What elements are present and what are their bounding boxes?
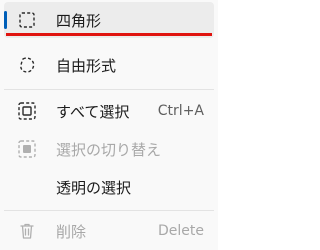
menu-separator — [4, 210, 214, 211]
selection-menu: 四角形 自由形式 すべて選択 Ctrl+A 選択の切り替え 透明の選択 削除 D… — [0, 0, 218, 250]
menu-item-freeform[interactable]: 自由形式 — [4, 47, 214, 83]
invert-selection-icon — [18, 140, 36, 158]
red-underline-annotation — [6, 33, 212, 36]
menu-item-label: 透明の選択 — [56, 178, 132, 197]
freeform-select-icon — [20, 57, 35, 73]
menu-item-transparent-selection[interactable]: 透明の選択 — [4, 169, 214, 205]
shortcut-hint: Delete — [158, 223, 204, 239]
menu-item-label: すべて選択 — [56, 102, 130, 121]
shortcut-hint: Ctrl+A — [157, 103, 204, 119]
menu-item-invert-selection: 選択の切り替え — [4, 131, 214, 167]
menu-item-label: 削除 — [56, 222, 87, 241]
menu-item-label: 自由形式 — [56, 56, 117, 75]
trash-icon — [20, 223, 34, 239]
menu-item-label: 四角形 — [56, 11, 102, 30]
menu-item-select-all[interactable]: すべて選択 Ctrl+A — [4, 93, 214, 129]
menu-separator — [4, 89, 214, 90]
menu-item-label: 選択の切り替え — [56, 140, 162, 159]
menu-item-delete: 削除 Delete — [4, 213, 214, 249]
selected-indicator — [4, 11, 7, 29]
select-all-icon — [18, 102, 36, 120]
rectangle-select-icon — [19, 12, 35, 28]
